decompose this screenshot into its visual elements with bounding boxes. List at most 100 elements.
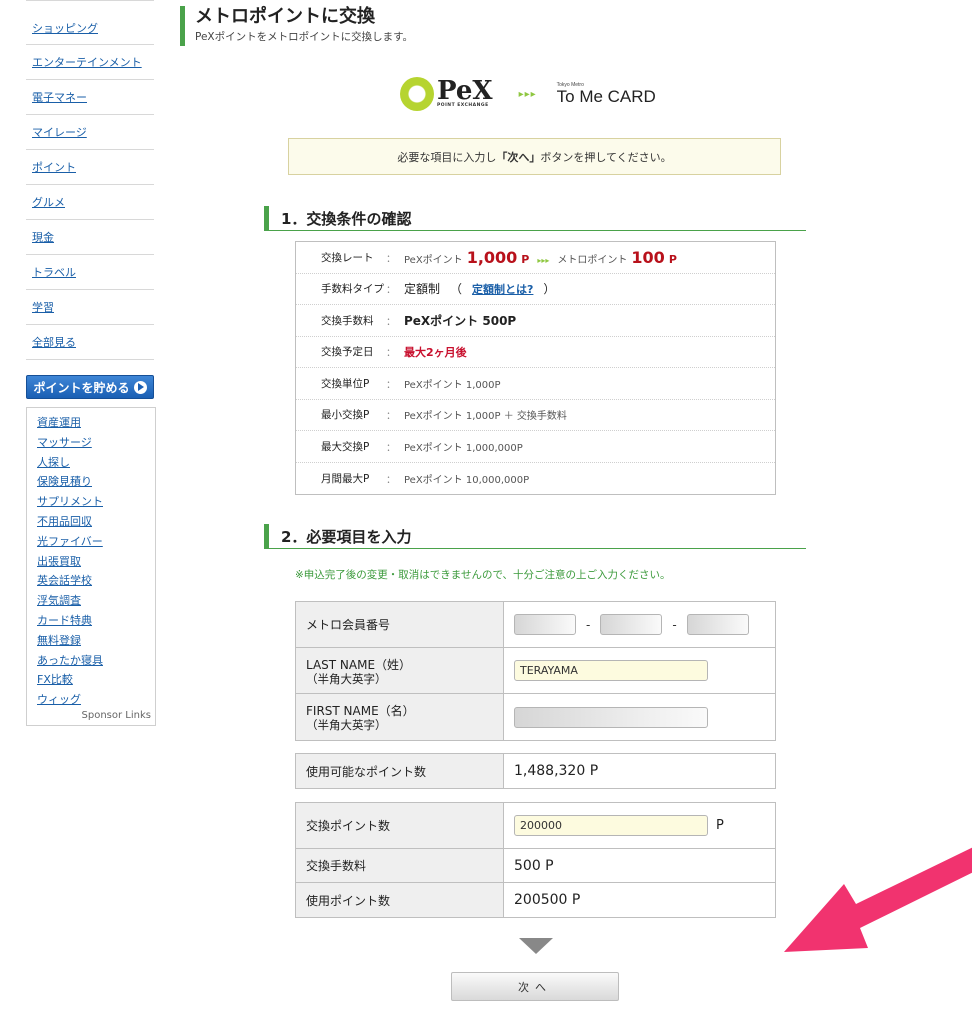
exchange-logos: PeX POINT EXCHANGE ▸▸▸ Tokyo Metro To Me… — [400, 72, 680, 116]
sponsor-link[interactable]: 出張買取 — [37, 552, 151, 572]
condition-colon: ： — [386, 379, 396, 391]
fee-type-help-link[interactable]: 定額制とは? — [472, 281, 533, 297]
last-name-input[interactable] — [514, 660, 708, 681]
condition-colon: ： — [386, 411, 396, 423]
category-link-all[interactable]: 全部見る — [32, 334, 76, 350]
sponsor-link[interactable]: サプリメント — [37, 492, 151, 512]
rate-metro-label: メトロポイント — [557, 254, 628, 266]
sponsor-link[interactable]: 浮気調査 — [37, 591, 151, 611]
form-row-use-points: 使用ポイント数 200500 P — [296, 883, 775, 917]
condition-row-monthly: 月間最大P ： PeXポイント 10,000,000P — [296, 463, 775, 495]
last-name-label-cell: LAST NAME（姓） （半角大英字） — [296, 648, 504, 693]
category-link-point[interactable]: ポイント — [32, 159, 76, 175]
play-circle-icon — [133, 380, 147, 394]
exchange-points-table: 交換ポイント数 P 交換手数料 500 P 使用ポイント数 200500 P — [295, 802, 776, 918]
fee-type-value: 定額制 — [404, 282, 441, 297]
available-points-value: 1,488,320 P — [514, 763, 599, 779]
condition-colon: ： — [386, 474, 396, 486]
last-name-label: LAST NAME（姓） — [306, 657, 412, 672]
tome-card-logo: Tokyo Metro To Me CARD — [557, 82, 656, 106]
category-link-cash[interactable]: 現金 — [32, 229, 54, 245]
triple-arrow-icon: ▸▸▸ — [518, 88, 537, 100]
condition-colon: ： — [386, 442, 396, 454]
down-triangle-icon — [519, 938, 553, 954]
condition-value: 最大2ヶ月後 — [404, 345, 467, 359]
category-link-entertainment[interactable]: エンターテインメント — [32, 54, 142, 70]
sponsor-link[interactable]: マッサージ — [37, 433, 151, 453]
pex-logo-subtext: POINT EXCHANGE — [437, 103, 489, 108]
rate-pex-label: PeXポイント — [404, 254, 463, 266]
condition-label: 交換単位P — [321, 377, 370, 390]
condition-label: 交換レート — [321, 251, 374, 264]
member-number-input-1[interactable] — [514, 614, 576, 635]
exchange-points-input[interactable] — [514, 815, 708, 836]
sponsor-link[interactable]: 光ファイバー — [37, 532, 151, 552]
pex-logo: PeX POINT EXCHANGE — [400, 77, 493, 111]
exchange-unit: P — [716, 818, 724, 833]
sponsor-link[interactable]: 保険見積り — [37, 472, 151, 492]
notice-text-before: 必要な項目に入力し — [397, 150, 497, 164]
first-name-sublabel: （半角大英字） — [306, 718, 387, 732]
sponsor-link[interactable]: 人探し — [37, 453, 151, 473]
category-item: マイレージ — [26, 115, 154, 150]
triple-arrow-icon: ▸▸▸ — [537, 255, 550, 265]
category-link-mileage[interactable]: マイレージ — [32, 124, 87, 140]
member-number-input-2[interactable] — [600, 614, 663, 635]
condition-colon: ： — [386, 348, 396, 360]
category-item: 現金 — [26, 220, 154, 255]
dash-separator: - — [586, 617, 591, 632]
condition-row-min: 最小交換P ： PeXポイント 1,000P ＋ 交換手数料 — [296, 400, 775, 431]
category-link-shopping[interactable]: ショッピング — [32, 20, 98, 36]
first-name-input[interactable] — [514, 706, 708, 728]
form-row-exchange-fee: 交換手数料 500 P — [296, 849, 775, 883]
save-points-button[interactable]: ポイントを貯める — [26, 375, 154, 399]
first-name-input-cell — [504, 694, 775, 740]
last-name-sublabel: （半角大英字） — [306, 671, 387, 686]
condition-value: PeXポイント 1,000P — [404, 379, 501, 391]
close-paren: ） — [543, 282, 556, 297]
sidebar: ショッピング エンターテインメント 電子マネー マイレージ ポイント グルメ 現… — [26, 0, 156, 726]
last-name-input-cell — [504, 648, 775, 693]
condition-row-unit: 交換単位P ： PeXポイント 1,000P — [296, 368, 775, 400]
form-row-exchange-points: 交換ポイント数 P — [296, 803, 775, 849]
category-item: トラベル — [26, 255, 154, 290]
pex-logo-text: PeX — [437, 76, 493, 106]
exchange-points-label: 交換ポイント数 — [296, 803, 504, 848]
sponsor-link[interactable]: 無料登録 — [37, 631, 151, 651]
sponsor-link[interactable]: カード特典 — [37, 611, 151, 631]
category-link-e-money[interactable]: 電子マネー — [32, 89, 87, 105]
condition-value: PeXポイント 1,000P ＋ 交換手数料 — [404, 411, 567, 423]
condition-label: 最小交換P — [321, 409, 370, 422]
category-item: 電子マネー — [26, 80, 154, 115]
condition-value: PeXポイント 500P — [404, 313, 517, 328]
sponsor-link[interactable]: ウィッグ — [37, 690, 151, 710]
rate-metro-unit: P — [668, 252, 677, 266]
caution-text: ※申込完了後の変更・取消はできませんので、十分ご注意の上ご入力ください。 — [295, 569, 671, 581]
notice-text-after: ボタンを押してください。 — [540, 150, 672, 164]
sponsor-link[interactable]: FX比較 — [37, 670, 151, 690]
condition-label: 交換手数料 — [321, 314, 374, 327]
category-link-travel[interactable]: トラベル — [32, 264, 76, 280]
member-number-input-3[interactable] — [686, 614, 749, 635]
page-title: メトロポイントに交換 — [195, 6, 375, 27]
available-points-label: 使用可能なポイント数 — [296, 754, 504, 788]
condition-row-schedule: 交換予定日 ： 最大2ヶ月後 — [296, 337, 775, 368]
form-row-member-number: メトロ会員番号 - - — [296, 602, 775, 648]
pink-arrow-annotation-icon — [784, 847, 972, 952]
conditions-table: 交換レート ： PeXポイント 1,000 P ▸▸▸ メトロポイント 100 P … — [295, 241, 776, 495]
section-heading-conditions: 1．交換条件の確認 — [264, 206, 806, 231]
sponsor-link[interactable]: 不用品回収 — [37, 512, 151, 532]
use-points-value: 200500 P — [514, 892, 581, 908]
next-button[interactable]: 次へ — [451, 972, 619, 1001]
tome-logo-text: To Me CARD — [556, 87, 656, 106]
first-name-label-cell: FIRST NAME（名） （半角大英字） — [296, 694, 504, 740]
sponsor-link[interactable]: 英会話学校 — [37, 571, 151, 591]
category-link-study[interactable]: 学習 — [32, 299, 54, 315]
dash-separator: - — [672, 617, 677, 632]
category-link-gourmet[interactable]: グルメ — [32, 194, 65, 210]
form-row-last-name: LAST NAME（姓） （半角大英字） — [296, 648, 775, 694]
use-points-label: 使用ポイント数 — [296, 883, 504, 917]
rate-pex-amount: 1,000 — [466, 247, 518, 267]
sponsor-link[interactable]: 資産運用 — [37, 413, 151, 433]
sponsor-link[interactable]: あったか寝具 — [37, 651, 151, 671]
